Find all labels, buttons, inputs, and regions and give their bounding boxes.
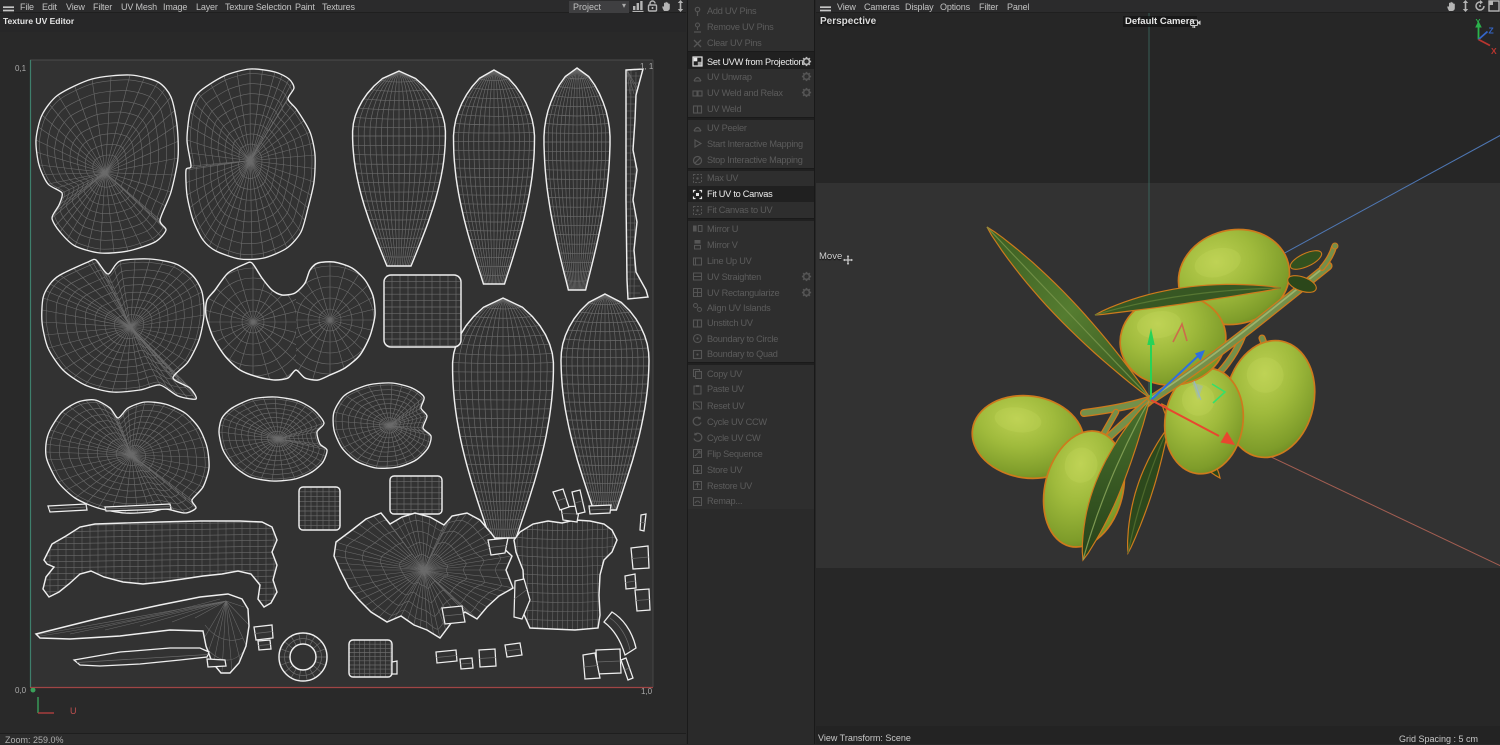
svg-text:U: U [70,706,77,716]
svg-text:Z: Z [1489,26,1494,36]
svg-text:X: X [1491,46,1497,56]
svg-text:Y: Y [1476,17,1481,26]
